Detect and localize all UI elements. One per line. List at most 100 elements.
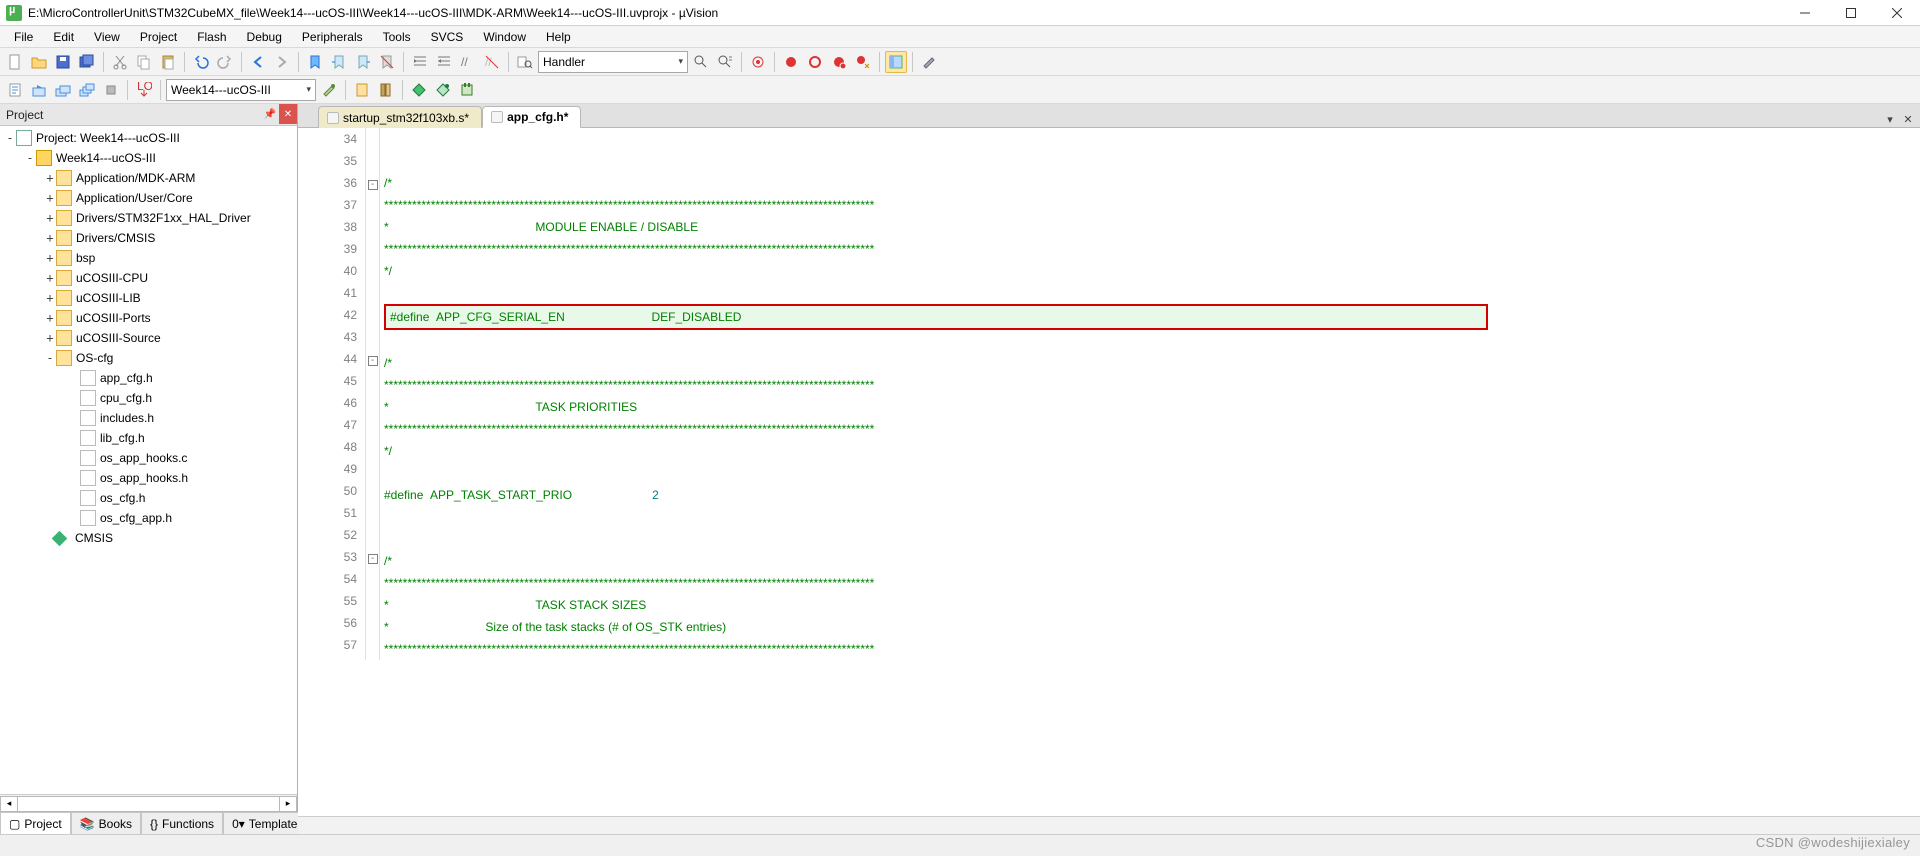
menu-help[interactable]: Help bbox=[536, 28, 581, 46]
file-tab-startup[interactable]: startup_stm32f103xb.s* bbox=[318, 106, 482, 128]
menu-file[interactable]: File bbox=[4, 28, 43, 46]
window-layout-button[interactable] bbox=[885, 51, 907, 73]
tree-group[interactable]: +Drivers/STM32F1xx_HAL_Driver bbox=[0, 208, 297, 228]
breakpoint-insert-button[interactable] bbox=[780, 51, 802, 73]
maximize-button[interactable] bbox=[1828, 0, 1874, 26]
tree-twist[interactable]: - bbox=[24, 151, 36, 165]
tree-group[interactable]: +bsp bbox=[0, 248, 297, 268]
tree-group[interactable]: +Application/User/Core bbox=[0, 188, 297, 208]
redo-button[interactable] bbox=[214, 51, 236, 73]
breakpoint-kill-all-button[interactable] bbox=[852, 51, 874, 73]
build-button[interactable] bbox=[28, 79, 50, 101]
stop-build-button[interactable] bbox=[100, 79, 122, 101]
manage-books-button[interactable] bbox=[375, 79, 397, 101]
bookmark-prev-button[interactable] bbox=[328, 51, 350, 73]
bookmark-toggle-button[interactable] bbox=[304, 51, 326, 73]
uncomment-button[interactable]: // bbox=[481, 51, 503, 73]
editor-hscroll[interactable] bbox=[298, 816, 1920, 834]
panel-hscroll[interactable]: ◂ ▸ bbox=[0, 794, 297, 812]
tree-twist[interactable]: + bbox=[44, 171, 56, 185]
file-tab-app-cfg[interactable]: app_cfg.h* bbox=[482, 106, 581, 128]
scroll-track[interactable] bbox=[18, 796, 279, 812]
debug-start-button[interactable] bbox=[747, 51, 769, 73]
menu-svcs[interactable]: SVCS bbox=[421, 28, 474, 46]
tree-twist[interactable]: + bbox=[44, 251, 56, 265]
breakpoint-disable-button[interactable] bbox=[828, 51, 850, 73]
scroll-right-button[interactable]: ▸ bbox=[279, 796, 297, 812]
tree-group[interactable]: +uCOSIII-Ports bbox=[0, 308, 297, 328]
tree-twist[interactable]: + bbox=[44, 311, 56, 325]
tree-twist[interactable]: + bbox=[44, 271, 56, 285]
code-scroll[interactable]: 3435363738394041424344454647484950515253… bbox=[298, 128, 1920, 816]
code-lines[interactable]: /***************************************… bbox=[380, 128, 1920, 660]
copy-button[interactable] bbox=[133, 51, 155, 73]
project-tree[interactable]: - Project: Week14---ucOS-III - Week14---… bbox=[0, 126, 297, 794]
tree-group-open[interactable]: -OS-cfg bbox=[0, 348, 297, 368]
fold-column[interactable]: - - - bbox=[366, 128, 380, 660]
target-options-button[interactable] bbox=[318, 79, 340, 101]
menu-tools[interactable]: Tools bbox=[373, 28, 421, 46]
save-button[interactable] bbox=[52, 51, 74, 73]
tree-group[interactable]: +uCOSIII-Source bbox=[0, 328, 297, 348]
tree-group[interactable]: +uCOSIII-LIB bbox=[0, 288, 297, 308]
menu-project[interactable]: Project bbox=[130, 28, 187, 46]
rebuild-button[interactable] bbox=[52, 79, 74, 101]
batch-build-button[interactable] bbox=[76, 79, 98, 101]
translate-file-button[interactable] bbox=[4, 79, 26, 101]
open-file-button[interactable] bbox=[28, 51, 50, 73]
menu-peripherals[interactable]: Peripherals bbox=[292, 28, 373, 46]
scroll-left-button[interactable]: ◂ bbox=[0, 796, 18, 812]
new-file-button[interactable] bbox=[4, 51, 26, 73]
menu-window[interactable]: Window bbox=[473, 28, 536, 46]
unindent-button[interactable] bbox=[433, 51, 455, 73]
find-next-button[interactable] bbox=[690, 51, 712, 73]
panel-tab-functions[interactable]: {}Functions bbox=[141, 812, 223, 834]
incremental-find-button[interactable] bbox=[714, 51, 736, 73]
tree-group[interactable]: CMSIS bbox=[0, 528, 297, 548]
tree-file[interactable]: includes.h bbox=[0, 408, 297, 428]
tree-twist[interactable]: - bbox=[44, 351, 56, 365]
comment-button[interactable]: // bbox=[457, 51, 479, 73]
tree-project-root[interactable]: - Project: Week14---ucOS-III bbox=[0, 128, 297, 148]
target-select-combo[interactable]: Week14---ucOS-III ▾ bbox=[166, 79, 316, 101]
tree-file[interactable]: lib_cfg.h bbox=[0, 428, 297, 448]
menu-debug[interactable]: Debug bbox=[237, 28, 292, 46]
tree-group[interactable]: +uCOSIII-CPU bbox=[0, 268, 297, 288]
close-button[interactable] bbox=[1874, 0, 1920, 26]
tree-file[interactable]: os_cfg.h bbox=[0, 488, 297, 508]
undo-button[interactable] bbox=[190, 51, 212, 73]
find-in-files-button[interactable] bbox=[514, 51, 536, 73]
select-pack-button[interactable] bbox=[432, 79, 454, 101]
bookmark-next-button[interactable] bbox=[352, 51, 374, 73]
panel-close-button[interactable]: ✕ bbox=[279, 104, 297, 124]
tab-close-button[interactable]: ✕ bbox=[1900, 111, 1916, 127]
nav-forward-button[interactable] bbox=[271, 51, 293, 73]
menu-view[interactable]: View bbox=[84, 28, 130, 46]
nav-back-button[interactable] bbox=[247, 51, 269, 73]
tree-file[interactable]: os_app_hooks.h bbox=[0, 468, 297, 488]
tree-target[interactable]: - Week14---ucOS-III bbox=[0, 148, 297, 168]
code-editor[interactable]: 3435363738394041424344454647484950515253… bbox=[298, 128, 1920, 660]
minimize-button[interactable] bbox=[1782, 0, 1828, 26]
panel-tab-project[interactable]: ▢Project bbox=[0, 812, 71, 834]
pack-installer-button[interactable] bbox=[456, 79, 478, 101]
tree-twist[interactable]: + bbox=[44, 291, 56, 305]
panel-tab-books[interactable]: 📚Books bbox=[71, 812, 141, 834]
find-combo[interactable]: Handler ▾ bbox=[538, 51, 688, 73]
tree-group[interactable]: +Drivers/CMSIS bbox=[0, 228, 297, 248]
tree-twist[interactable]: - bbox=[4, 131, 16, 145]
tab-dropdown-button[interactable]: ▾ bbox=[1882, 111, 1898, 127]
tree-twist[interactable]: + bbox=[44, 191, 56, 205]
configure-button[interactable] bbox=[918, 51, 940, 73]
file-ext-button[interactable] bbox=[351, 79, 373, 101]
breakpoint-enable-button[interactable] bbox=[804, 51, 826, 73]
panel-pin-button[interactable]: 📌 bbox=[261, 104, 279, 124]
save-all-button[interactable] bbox=[76, 51, 98, 73]
tree-file[interactable]: os_app_hooks.c bbox=[0, 448, 297, 468]
tree-twist[interactable]: + bbox=[44, 231, 56, 245]
paste-button[interactable] bbox=[157, 51, 179, 73]
tree-twist[interactable]: + bbox=[44, 211, 56, 225]
tree-twist[interactable]: + bbox=[44, 331, 56, 345]
tree-group[interactable]: +Application/MDK-ARM bbox=[0, 168, 297, 188]
menu-flash[interactable]: Flash bbox=[187, 28, 236, 46]
